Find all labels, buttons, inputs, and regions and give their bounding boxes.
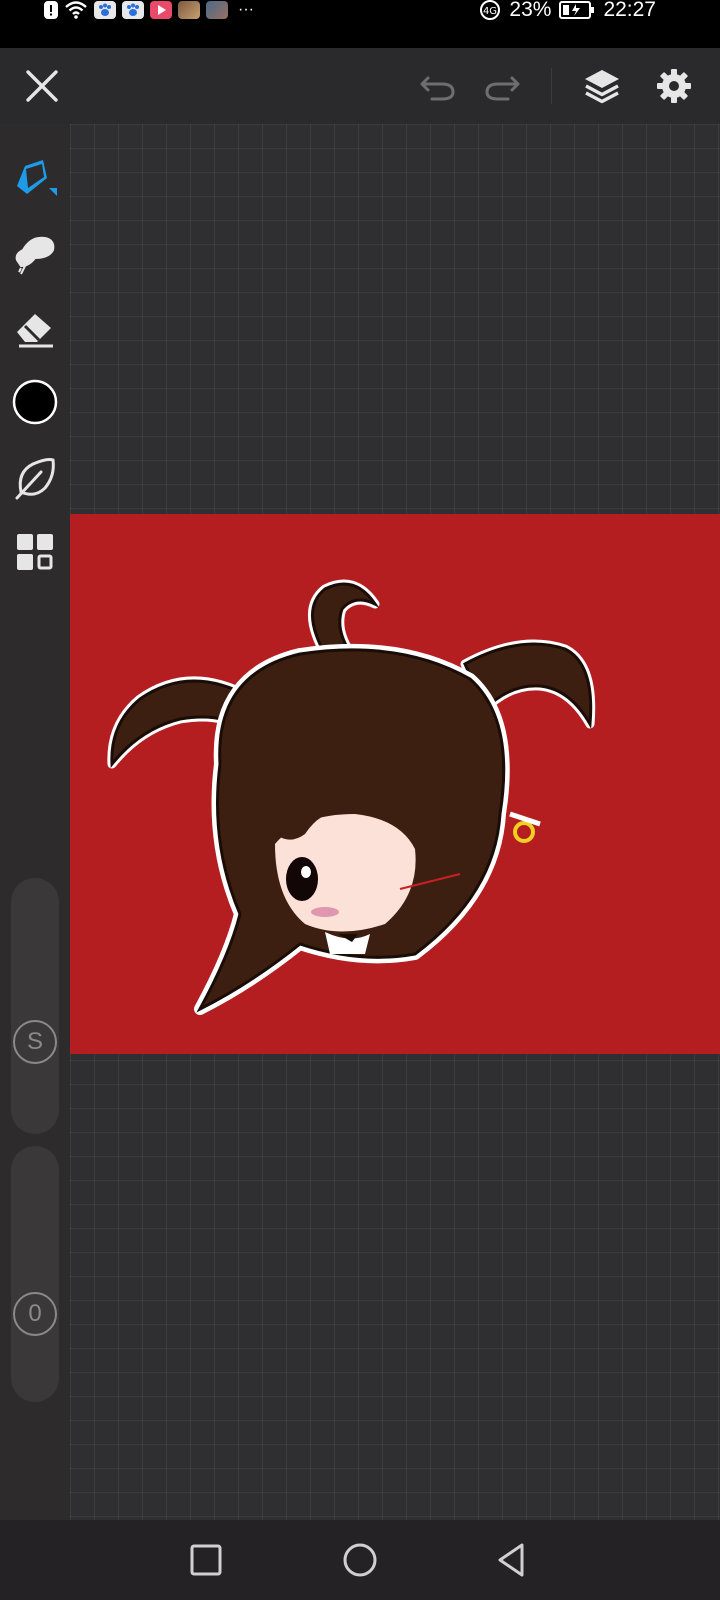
triangle-back-icon	[498, 1543, 524, 1577]
photo-thumbnail-icon	[178, 1, 200, 19]
gear-icon[interactable]	[652, 64, 696, 108]
opacity-label: 0	[28, 1300, 42, 1327]
circle-icon	[343, 1543, 377, 1577]
eraser-tool[interactable]	[11, 304, 59, 352]
grid-icon	[17, 534, 53, 570]
current-color-swatch	[12, 379, 58, 425]
artboard[interactable]	[70, 514, 720, 1054]
system-nav-bar	[0, 1520, 720, 1600]
wifi-icon	[64, 0, 88, 20]
blush	[311, 907, 339, 917]
toolbar-divider	[551, 68, 552, 104]
brush-size-slider[interactable]	[11, 878, 59, 1134]
smudge-icon	[15, 236, 55, 275]
size-label: S	[26, 1028, 43, 1055]
opacity-slider[interactable]	[11, 1146, 59, 1402]
pen-tip-icon	[17, 160, 57, 196]
close-icon[interactable]	[20, 64, 64, 108]
square-icon	[190, 1544, 222, 1576]
brush-tool[interactable]	[11, 152, 59, 200]
gallery-tool[interactable]	[11, 528, 59, 576]
eye	[286, 857, 318, 901]
leaf-icon	[15, 458, 55, 500]
status-bar: ··· 4G 23% 22:27	[0, 0, 720, 48]
layers-icon[interactable]	[580, 64, 624, 108]
data-saver-icon: 4G	[479, 0, 501, 21]
redo-icon[interactable]	[480, 64, 524, 108]
undo-icon[interactable]	[416, 64, 460, 108]
clock: 22:27	[603, 0, 656, 21]
back-button[interactable]	[490, 1538, 534, 1582]
photo-thumbnail-icon-2	[206, 1, 228, 19]
recents-button[interactable]	[184, 1538, 228, 1582]
smudge-tool[interactable]	[11, 228, 59, 276]
paw-app-icon	[94, 1, 116, 19]
earring	[513, 821, 535, 843]
notification-icons: ···	[44, 0, 254, 20]
tool-rail: S 0	[0, 124, 70, 1520]
battery-percent: 23%	[509, 0, 552, 21]
selection-tool[interactable]	[11, 454, 59, 502]
battery-icon	[559, 0, 595, 20]
eraser-icon	[17, 314, 53, 348]
opacity-knob[interactable]: 0	[13, 1292, 57, 1336]
color-picker[interactable]	[11, 378, 59, 426]
more-notifications: ···	[238, 1, 254, 18]
alert-icon	[44, 1, 58, 19]
top-toolbar	[0, 48, 720, 124]
play-app-icon	[150, 1, 172, 19]
home-button[interactable]	[338, 1538, 382, 1582]
brush-size-knob[interactable]: S	[13, 1020, 57, 1064]
system-status: 4G 23% 22:27	[479, 0, 656, 21]
chibi-drawing	[107, 579, 596, 1015]
svg-text:4G: 4G	[483, 6, 497, 17]
paw-app-icon-2	[122, 1, 144, 19]
